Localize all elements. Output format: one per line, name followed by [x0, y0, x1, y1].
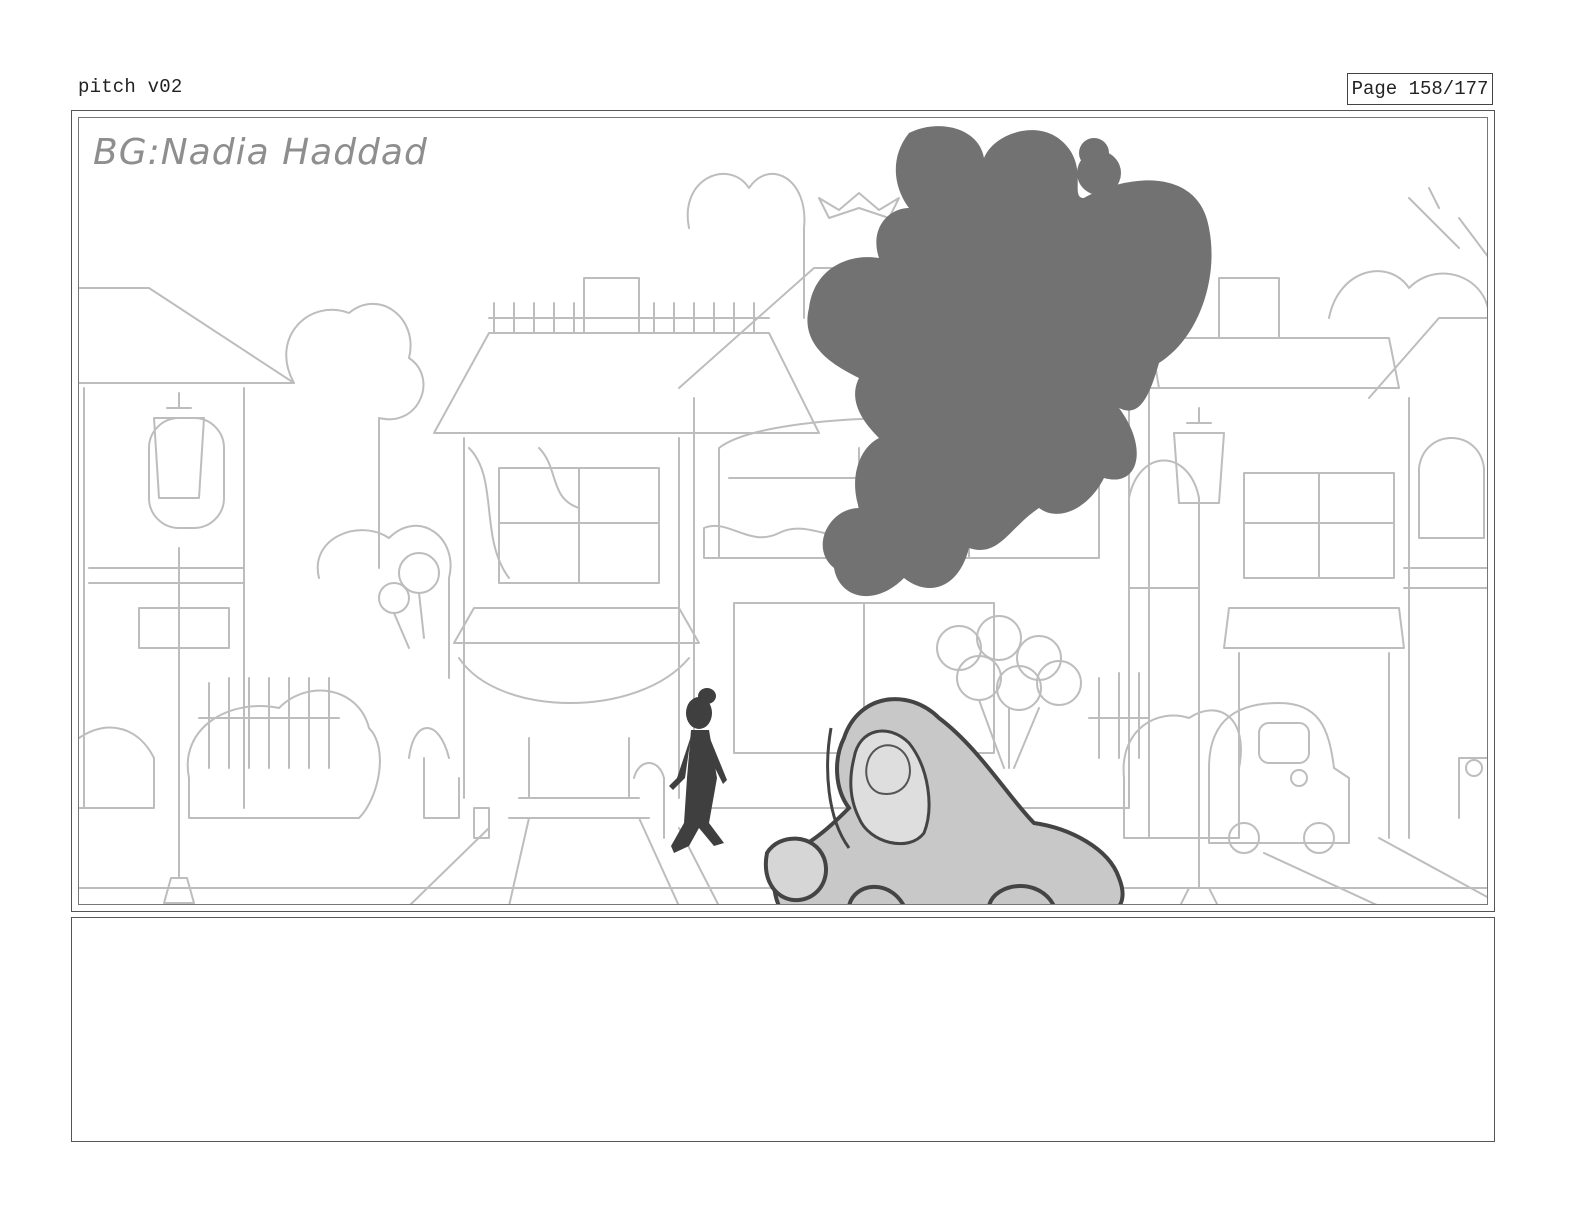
foreground-car	[763, 697, 1125, 904]
bg-credit-label: BG:Nadia Haddad	[93, 132, 428, 173]
shadow-blob	[807, 126, 1212, 597]
walking-figure	[669, 688, 727, 853]
panel-drawing-area: BG:Nadia Haddad	[78, 117, 1488, 905]
notes-area	[71, 917, 1495, 1142]
storyboard-panel: BG:Nadia Haddad	[71, 110, 1495, 912]
background-sketch	[79, 126, 1487, 904]
document-title: pitch v02	[78, 76, 183, 98]
page-number: Page 158/177	[1347, 73, 1493, 105]
